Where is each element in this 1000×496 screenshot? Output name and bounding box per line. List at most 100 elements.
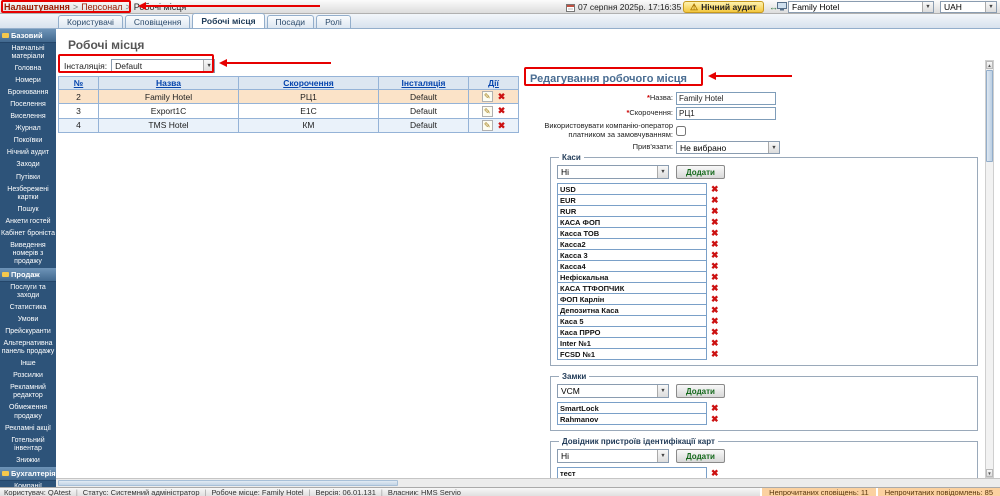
company-operator-checkbox[interactable]: [676, 126, 686, 136]
sidebar-item[interactable]: Головна: [0, 63, 56, 75]
bind-label: Прив'язати:: [520, 143, 676, 152]
edit-icon[interactable]: ✎: [482, 120, 493, 131]
sidebar-item[interactable]: Умови: [0, 314, 56, 326]
column-header-link[interactable]: Інсталяція: [401, 78, 445, 88]
sidebar-item[interactable]: Рекламний редактор: [0, 382, 56, 402]
column-header-link[interactable]: Дії: [488, 78, 499, 88]
add-card-device-button[interactable]: Додати: [676, 449, 725, 463]
sidebar-item[interactable]: Послуги та заходи: [0, 282, 56, 302]
delete-icon[interactable]: ✖: [711, 262, 719, 271]
workplace-row[interactable]: 2Family HotelРЦ1Default✎✖: [59, 90, 519, 104]
sidebar-item[interactable]: Поселення: [0, 99, 56, 111]
sidebar-item[interactable]: Статистика: [0, 302, 56, 314]
tab[interactable]: Ролі: [316, 15, 351, 28]
row-actions: ✎✖: [469, 104, 519, 118]
sidebar-item[interactable]: Нічний аудит: [0, 147, 56, 159]
sidebar-item[interactable]: Номери: [0, 75, 56, 87]
sidebar-item[interactable]: Знижки: [0, 455, 56, 467]
lock-item[interactable]: Rahmanov✖: [557, 413, 971, 425]
delete-icon[interactable]: ✖: [711, 240, 719, 249]
delete-icon[interactable]: ✖: [711, 185, 719, 194]
edit-icon[interactable]: ✎: [482, 106, 493, 117]
delete-icon[interactable]: ✖: [498, 120, 506, 130]
delete-icon[interactable]: ✖: [711, 404, 719, 413]
sidebar-item[interactable]: Обмеження продажу: [0, 402, 56, 422]
vertical-scrollbar[interactable]: ▲ ▼: [985, 60, 994, 478]
card-device-select[interactable]: Ні ▼: [557, 449, 669, 463]
sidebar-item[interactable]: Заходи: [0, 159, 56, 171]
delete-icon[interactable]: ✖: [711, 251, 719, 260]
delete-icon[interactable]: ✖: [711, 469, 719, 478]
delete-icon[interactable]: ✖: [711, 295, 719, 304]
card-device-item[interactable]: тест✖: [557, 467, 971, 478]
scrollbar-thumb[interactable]: [986, 70, 993, 162]
sidebar-item[interactable]: Прейскуранти: [0, 326, 56, 338]
delete-icon[interactable]: ✖: [711, 284, 719, 293]
name-input[interactable]: [676, 92, 776, 105]
breadcrumb-settings[interactable]: Налаштування: [4, 2, 70, 12]
sidebar-section-header[interactable]: Бухгалтерія: [0, 467, 56, 481]
edit-icon[interactable]: ✎: [482, 91, 493, 102]
sidebar-item[interactable]: Анкети гостей: [0, 216, 56, 228]
unread-notifications-badge[interactable]: Непрочитаних сповіщень: 11: [760, 488, 876, 496]
add-lock-button[interactable]: Додати: [676, 384, 725, 398]
sidebar-section-header[interactable]: Продаж: [0, 268, 56, 282]
breadcrumb-personnel[interactable]: Персонал: [81, 2, 122, 12]
sidebar-item[interactable]: Інше: [0, 358, 56, 370]
delete-icon[interactable]: ✖: [711, 218, 719, 227]
sidebar-item[interactable]: Готельний інвентар: [0, 435, 56, 455]
column-header-link[interactable]: Скорочення: [283, 78, 334, 88]
sidebar-item[interactable]: Виселення: [0, 111, 56, 123]
lock-select[interactable]: VCM ▼: [557, 384, 669, 398]
abbr-input[interactable]: [676, 107, 776, 120]
delete-icon[interactable]: ✖: [711, 339, 719, 348]
workplace-abbr: КМ: [239, 118, 379, 132]
delete-icon[interactable]: ✖: [711, 273, 719, 282]
sidebar-item[interactable]: Виведення номерів з продажу: [0, 240, 56, 268]
column-header-link[interactable]: №: [74, 78, 83, 88]
scroll-up-icon[interactable]: ▲: [986, 61, 993, 69]
tab[interactable]: Робочі місця: [192, 13, 264, 28]
scroll-down-icon[interactable]: ▼: [986, 469, 993, 477]
sidebar-item[interactable]: Незбережені картки: [0, 184, 56, 204]
delete-icon[interactable]: ✖: [711, 196, 719, 205]
delete-icon[interactable]: ✖: [498, 91, 506, 101]
cash-register-select[interactable]: Ні ▼: [557, 165, 669, 179]
sidebar-item[interactable]: Кабінет броніста: [0, 228, 56, 240]
sidebar-item[interactable]: Покоївки: [0, 135, 56, 147]
sidebar-item[interactable]: Путівки: [0, 172, 56, 184]
delete-icon[interactable]: ✖: [711, 317, 719, 326]
delete-icon[interactable]: ✖: [711, 415, 719, 424]
tab[interactable]: Користувачі: [58, 15, 123, 28]
delete-icon[interactable]: ✖: [711, 306, 719, 315]
add-cash-register-button[interactable]: Додати: [676, 165, 725, 179]
delete-icon[interactable]: ✖: [498, 106, 506, 116]
installation-select[interactable]: Default ▼: [111, 59, 215, 73]
sidebar-item[interactable]: Журнал: [0, 123, 56, 135]
horizontal-scrollbar[interactable]: [56, 478, 1000, 487]
unread-messages-badge[interactable]: Непрочитаних повідомлень: 85: [876, 488, 1000, 496]
monitor-icon[interactable]: [777, 2, 787, 11]
delete-icon[interactable]: ✖: [711, 229, 719, 238]
sidebar-item[interactable]: Бронювання: [0, 87, 56, 99]
sidebar-item[interactable]: Розсилки: [0, 370, 56, 382]
workplace-row[interactable]: 3Export1CЕ1СDefault✎✖: [59, 104, 519, 118]
workplace-row[interactable]: 4TMS HotelКМDefault✎✖: [59, 118, 519, 132]
column-header-link[interactable]: Назва: [156, 78, 181, 88]
hotel-select[interactable]: Family Hotel ▼: [788, 1, 934, 13]
tab[interactable]: Посади: [267, 15, 315, 28]
sidebar-item[interactable]: Навчальні матеріали: [0, 43, 56, 63]
tab[interactable]: Сповіщення: [125, 15, 191, 28]
sidebar-section-header[interactable]: Базовий: [0, 29, 56, 43]
cash-register-item[interactable]: FCSD №1✖: [557, 348, 971, 360]
scrollbar-thumb[interactable]: [58, 480, 398, 486]
delete-icon[interactable]: ✖: [711, 350, 719, 359]
status-badges: Непрочитаних сповіщень: 11 Непрочитаних …: [760, 488, 1000, 496]
night-audit-button[interactable]: ⚠ Нічний аудит: [683, 1, 764, 13]
delete-icon[interactable]: ✖: [711, 207, 719, 216]
sidebar-item[interactable]: Альтернативна панель продажу: [0, 338, 56, 358]
sidebar-item[interactable]: Пошук: [0, 204, 56, 216]
sidebar-item[interactable]: Рекламні акції: [0, 423, 56, 435]
currency-select[interactable]: UAH ▼: [940, 1, 997, 13]
delete-icon[interactable]: ✖: [711, 328, 719, 337]
